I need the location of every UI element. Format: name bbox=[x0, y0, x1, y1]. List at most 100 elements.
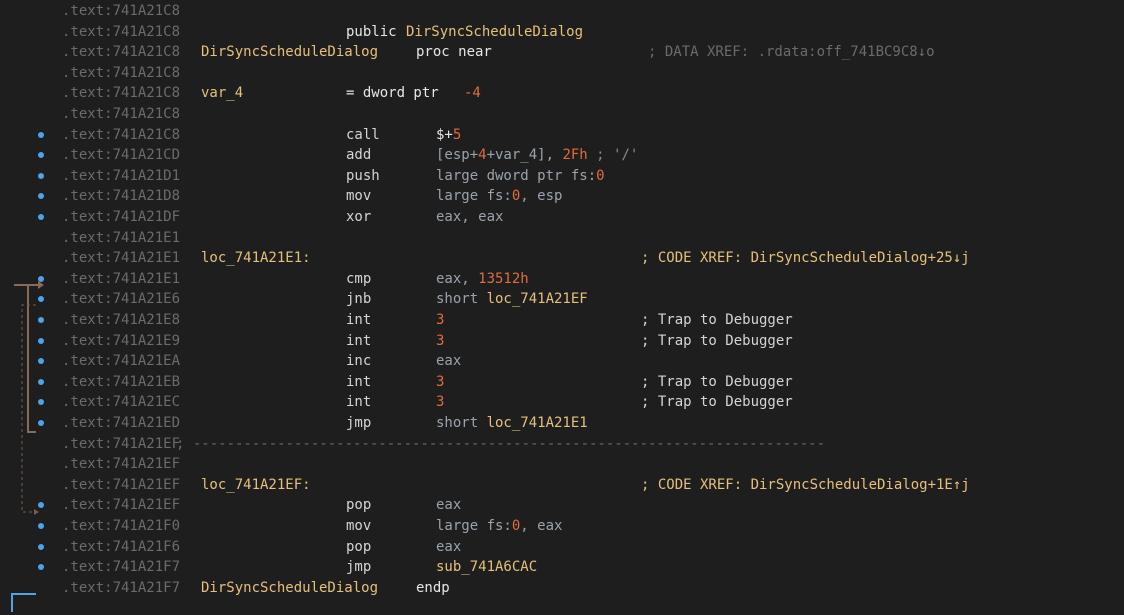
listing-line[interactable]: .text:741A21D1 push large dword ptr fs: 0 bbox=[56, 166, 1116, 186]
line-address: .text:741A21CD bbox=[62, 147, 181, 164]
jump-target: sub_741A6CAC bbox=[436, 559, 538, 576]
line-address: .text:741A21D1 bbox=[62, 167, 181, 184]
code-label: DirSyncScheduleDialog bbox=[201, 44, 379, 61]
listing-line[interactable]: .text:741A21C8 bbox=[56, 104, 1116, 124]
operand-number: 0 bbox=[596, 167, 605, 184]
operand-number: 0 bbox=[511, 518, 521, 534]
xref-comment: ; CODE XREF: DirSyncScheduleDialog+25↓j bbox=[641, 250, 970, 267]
breakpoint-dot-icon[interactable] bbox=[38, 543, 44, 550]
line-address: .text:741A21EF bbox=[62, 456, 181, 473]
listing-line[interactable]: .text:741A21E8 int 3 ; Trap to Debugger bbox=[56, 310, 1116, 330]
listing-line[interactable]: .text:741A21CD add [esp+ 4 +var_4], 2Fh ; '/… bbox=[56, 145, 1116, 165]
listing-line[interactable]: .text:741A21C8 bbox=[56, 63, 1116, 83]
listing-line[interactable]: .text:741A21F6 pop eax bbox=[56, 537, 1116, 557]
line-address: .text:741A21EF bbox=[62, 435, 181, 452]
line-address: .text:741A21E1 bbox=[62, 250, 181, 267]
line-address: .text:741A21DF bbox=[62, 209, 181, 225]
line-address: .text:741A21F7 bbox=[62, 579, 181, 596]
line-address: .text:741A21EF bbox=[62, 497, 181, 514]
listing-line[interactable]: .text:741A21EF pop eax bbox=[56, 495, 1116, 515]
mnemonic: push bbox=[346, 167, 380, 184]
breakpoint-dot-icon[interactable] bbox=[38, 317, 44, 323]
operand-number: 3 bbox=[436, 373, 445, 390]
xref-comment: ; DATA XREF: .rdata:off_741BC9C8↓o bbox=[648, 44, 935, 61]
inline-comment: ; '/' bbox=[587, 147, 639, 164]
line-address: .text:741A21E9 bbox=[62, 332, 181, 349]
listing-line[interactable]: .text:741A21C8 bbox=[56, 1, 1116, 21]
breakpoint-dot-icon[interactable] bbox=[38, 131, 44, 138]
listing-line[interactable]: .text:741A21D8 mov large fs: 0, esp bbox=[56, 186, 1116, 206]
line-address: .text:741A21C8 bbox=[62, 106, 181, 122]
listing-line[interactable]: .text:741A21F7 DirSyncScheduleDialog endp bbox=[56, 578, 1116, 598]
listing-line[interactable]: .text:741A21E6 jnb short loc_741A21EF bbox=[56, 289, 1116, 309]
line-address: .text:741A21C8 bbox=[62, 23, 181, 40]
line-address: .text:741A21E1 bbox=[62, 229, 181, 246]
breakpoint-dot-icon[interactable] bbox=[38, 275, 44, 282]
listing-line[interactable]: .text:741A21E9 int 3 ; Trap to Debugger bbox=[56, 331, 1116, 351]
operand: large fs: bbox=[436, 188, 512, 205]
jnb-arrow bbox=[21, 304, 38, 513]
line-address: .text:741A21F0 bbox=[62, 518, 181, 534]
listing-line[interactable]: .text:741A21EF bbox=[56, 454, 1116, 474]
listing-line[interactable]: .text:741A21EF loc_741A21EF: ; CODE XREF: … bbox=[56, 475, 1116, 495]
operand: [esp+ bbox=[436, 147, 479, 164]
operand: eax, eax bbox=[436, 209, 504, 225]
mnemonic: call bbox=[346, 126, 380, 143]
loop-arrow bbox=[27, 284, 38, 433]
operand: eax bbox=[436, 353, 462, 370]
breakpoint-dot-icon[interactable] bbox=[38, 378, 44, 385]
endp-directive: endp bbox=[416, 579, 450, 596]
operand-number: 2Fh bbox=[562, 147, 588, 164]
line-address: .text:741A21E6 bbox=[62, 291, 181, 308]
operand: , eax bbox=[520, 518, 563, 534]
listing-line[interactable]: .text:741A21E1 loc_741A21E1: ; CODE XREF: … bbox=[56, 248, 1116, 268]
mnemonic: int bbox=[346, 312, 372, 328]
breakpoint-dot-icon[interactable] bbox=[38, 523, 44, 529]
listing-line[interactable]: .text:741A21F0 mov large fs: 0, eax bbox=[56, 516, 1116, 536]
listing-line[interactable]: .text:741A21F7 jmp sub_741A6CAC bbox=[56, 557, 1116, 577]
listing-line[interactable]: .text:741A21DF xor eax, eax bbox=[56, 207, 1116, 227]
line-address: .text:741A21E8 bbox=[62, 312, 181, 328]
listing-line[interactable]: .text:741A21ED jmp short loc_741A21E1 bbox=[56, 413, 1116, 433]
operand-number: 0 bbox=[511, 188, 521, 205]
line-address: .text:741A21C8 bbox=[62, 126, 181, 143]
separator-line: ; --------------------------------------… bbox=[176, 435, 826, 452]
exit-arrow bbox=[11, 593, 36, 612]
mnemonic: mov bbox=[346, 188, 372, 205]
xref-comment: ; Trap to Debugger bbox=[641, 332, 793, 349]
operand-number: 3 bbox=[436, 312, 445, 328]
var-definition: = dword ptr bbox=[346, 85, 439, 102]
breakpoint-dot-icon[interactable] bbox=[38, 420, 44, 426]
operand: large dword ptr fs: bbox=[436, 167, 597, 184]
operand: eax bbox=[436, 497, 462, 514]
listing-line[interactable]: .text:741A21E1 bbox=[56, 228, 1116, 248]
listing-line[interactable]: .text:741A21EC int 3 ; Trap to Debugger bbox=[56, 392, 1116, 412]
listing-line[interactable]: .text:741A21E1 cmp eax, 13512h bbox=[56, 269, 1116, 289]
mnemonic: pop bbox=[346, 497, 372, 514]
line-address: .text:741A21E1 bbox=[62, 270, 181, 287]
listing-line[interactable]: .text:741A21C8 call $+ 5 bbox=[56, 125, 1116, 145]
mnemonic: int bbox=[346, 394, 372, 411]
line-address: .text:741A21ED bbox=[62, 415, 181, 431]
listing-line[interactable]: .text:741A21C8 var_4 = dword ptr -4 bbox=[56, 83, 1116, 103]
breakpoint-dot-icon[interactable] bbox=[38, 172, 44, 179]
listing-line[interactable]: .text:741A21C8 DirSyncScheduleDialog proc … bbox=[56, 42, 1116, 62]
operand: short bbox=[436, 415, 487, 431]
jump-target: loc_741A21E1 bbox=[486, 415, 588, 431]
operand-number: 3 bbox=[436, 332, 445, 349]
operand-number: 5 bbox=[452, 126, 462, 143]
listing-line[interactable]: .text:741A21EA inc eax bbox=[56, 351, 1116, 371]
line-address: .text:741A21C8 bbox=[62, 85, 181, 102]
jump-target: loc_741A21EF bbox=[486, 291, 588, 308]
listing-line[interactable]: .text:741A21EF; ------------------------… bbox=[56, 434, 1116, 454]
listing-line[interactable]: .text:741A21C8 public DirSyncScheduleDialo… bbox=[56, 22, 1116, 42]
mnemonic: add bbox=[346, 147, 372, 164]
flow-arrow-gutter bbox=[11, 281, 44, 612]
breakpoint-dot-icon[interactable] bbox=[38, 337, 44, 344]
listing-line[interactable]: .text:741A21EB int 3 ; Trap to Debugger bbox=[56, 372, 1116, 392]
line-address: .text:741A21F7 bbox=[62, 559, 181, 576]
line-address: .text:741A21F6 bbox=[62, 538, 181, 555]
breakpoint-dot-icon[interactable] bbox=[38, 214, 44, 220]
xref-comment: ; Trap to Debugger bbox=[641, 312, 793, 328]
mnemonic: mov bbox=[346, 518, 372, 534]
